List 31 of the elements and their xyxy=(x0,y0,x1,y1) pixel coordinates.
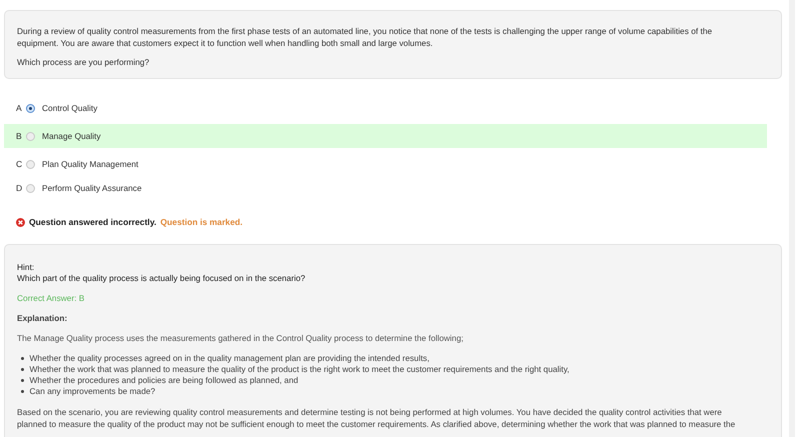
explanation-text: The Manage Quality process uses the measurements gathered in the Control Quality process to determine the following; xyxy=(17,332,464,344)
option-label[interactable]: Perform Quality Assurance xyxy=(42,182,142,194)
option-letter: C xyxy=(16,158,24,170)
bullet-text: Whether the quality processes agreed on in the quality management plan are providing the intended results, xyxy=(30,352,430,364)
hint-label: Hint: xyxy=(17,262,36,273)
bullet-icon xyxy=(21,368,24,371)
option-label[interactable]: Manage Quality xyxy=(42,130,101,142)
explanation-text: Based on the scenario, you are reviewing quality control measurements and determine testing is not being performed at high volumes. You have decided the quality control activities that were planned to measure the quality of the product may not be sufficient enough to meet the customer requirements. As clarified above, determining whether the work that was planned to measure the xyxy=(17,406,736,430)
bullet-icon xyxy=(21,379,24,382)
correct-answer: Correct Answer: B xyxy=(17,292,86,304)
option-label[interactable]: Control Quality xyxy=(42,102,98,114)
error-icon xyxy=(16,218,25,227)
question-text: During a review of quality control measurements from the first phase tests of an automated line, you notice that none of the tests is challenging the upper range of volume capabilities of the equipment. You are aware that customers expect it to function well when handling both small and large volumes. xyxy=(17,25,714,49)
bullet-icon xyxy=(21,390,24,393)
explanation-label: Explanation: xyxy=(17,312,68,324)
result-message: Question answered incorrectly. xyxy=(29,216,156,229)
bullet-text: Whether the procedures and policies are being followed as planned, and xyxy=(30,374,298,386)
option-label[interactable]: Plan Quality Management xyxy=(42,158,138,170)
marked-notice: Question is marked. xyxy=(160,216,243,229)
option-letter: B xyxy=(16,130,23,142)
question-text: Which process are you performing? xyxy=(17,56,150,68)
bullet-text: Whether the work that was planned to measure the quality of the product is the right work to meet the customer requirements and the right quality, xyxy=(30,364,570,375)
radio-button[interactable] xyxy=(26,132,35,140)
bullet-text: Can any improvements be made? xyxy=(30,386,156,397)
hint-text: Which part of the quality process is actually being focused on in the scenario? xyxy=(17,272,306,284)
option-letter: A xyxy=(16,102,23,114)
radio-button[interactable] xyxy=(26,184,35,192)
radio-button[interactable] xyxy=(26,104,35,112)
bullet-icon xyxy=(21,357,24,360)
radio-button[interactable] xyxy=(26,160,35,168)
option-letter: D xyxy=(16,182,24,194)
